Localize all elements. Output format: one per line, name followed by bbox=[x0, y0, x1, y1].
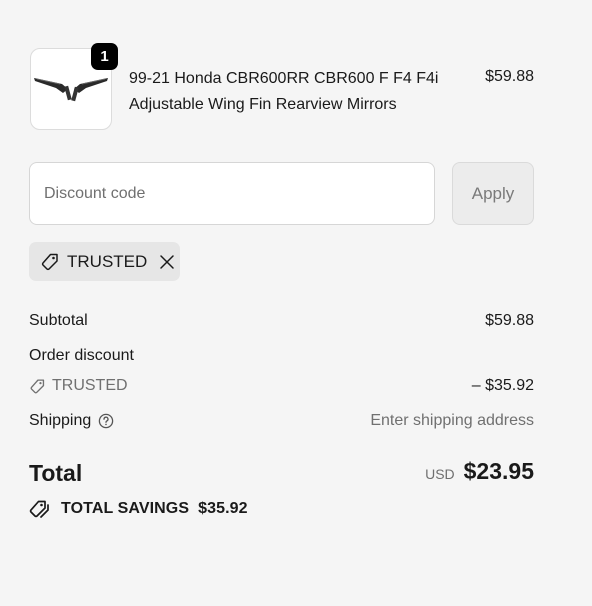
discount-value: – $35.92 bbox=[471, 377, 534, 394]
remove-discount-icon[interactable] bbox=[159, 254, 175, 270]
apply-discount-button[interactable]: Apply bbox=[452, 162, 534, 225]
shipping-label: Shipping bbox=[29, 412, 92, 429]
discount-code-input[interactable] bbox=[29, 162, 435, 225]
applied-discount-chip: TRUSTED bbox=[29, 242, 180, 281]
savings-value: $35.92 bbox=[198, 500, 248, 517]
total-amount-group: USD $23.95 bbox=[425, 460, 534, 485]
applied-discount-code: TRUSTED bbox=[67, 251, 148, 271]
shipping-row: Shipping Enter shipping address bbox=[29, 410, 534, 432]
discount-code-line: TRUSTED bbox=[29, 375, 128, 397]
total-label: Total bbox=[29, 459, 83, 486]
help-icon[interactable] bbox=[98, 413, 114, 429]
total-savings: TOTAL SAVINGS $35.92 bbox=[29, 499, 248, 519]
mirror-product-image bbox=[34, 78, 108, 102]
total-value: $23.95 bbox=[463, 458, 534, 484]
discount-detail-row: TRUSTED – $35.92 bbox=[29, 375, 534, 397]
currency-code: USD bbox=[425, 466, 455, 482]
subtotal-row: Subtotal $59.88 bbox=[29, 310, 534, 332]
order-discount-row: Order discount bbox=[29, 345, 534, 367]
cart-line-item: 1 99-21 Honda CBR600RR CBR600 F F4 F4i A… bbox=[30, 43, 534, 132]
tag-icon bbox=[29, 378, 46, 395]
shipping-value: Enter shipping address bbox=[370, 412, 534, 429]
tag-icon bbox=[40, 252, 60, 272]
order-discount-label: Order discount bbox=[29, 347, 134, 364]
shipping-label-group: Shipping bbox=[29, 410, 114, 432]
savings-tag-icon bbox=[29, 499, 51, 519]
subtotal-label: Subtotal bbox=[29, 312, 88, 329]
product-title: 99-21 Honda CBR600RR CBR600 F F4 F4i Adj… bbox=[129, 70, 439, 113]
product-price: $59.88 bbox=[485, 68, 534, 85]
savings-label: TOTAL SAVINGS bbox=[61, 500, 190, 517]
discount-code-text: TRUSTED bbox=[52, 377, 128, 394]
quantity-badge: 1 bbox=[91, 43, 118, 70]
total-row: Total USD $23.95 bbox=[29, 460, 534, 485]
subtotal-value: $59.88 bbox=[485, 312, 534, 329]
